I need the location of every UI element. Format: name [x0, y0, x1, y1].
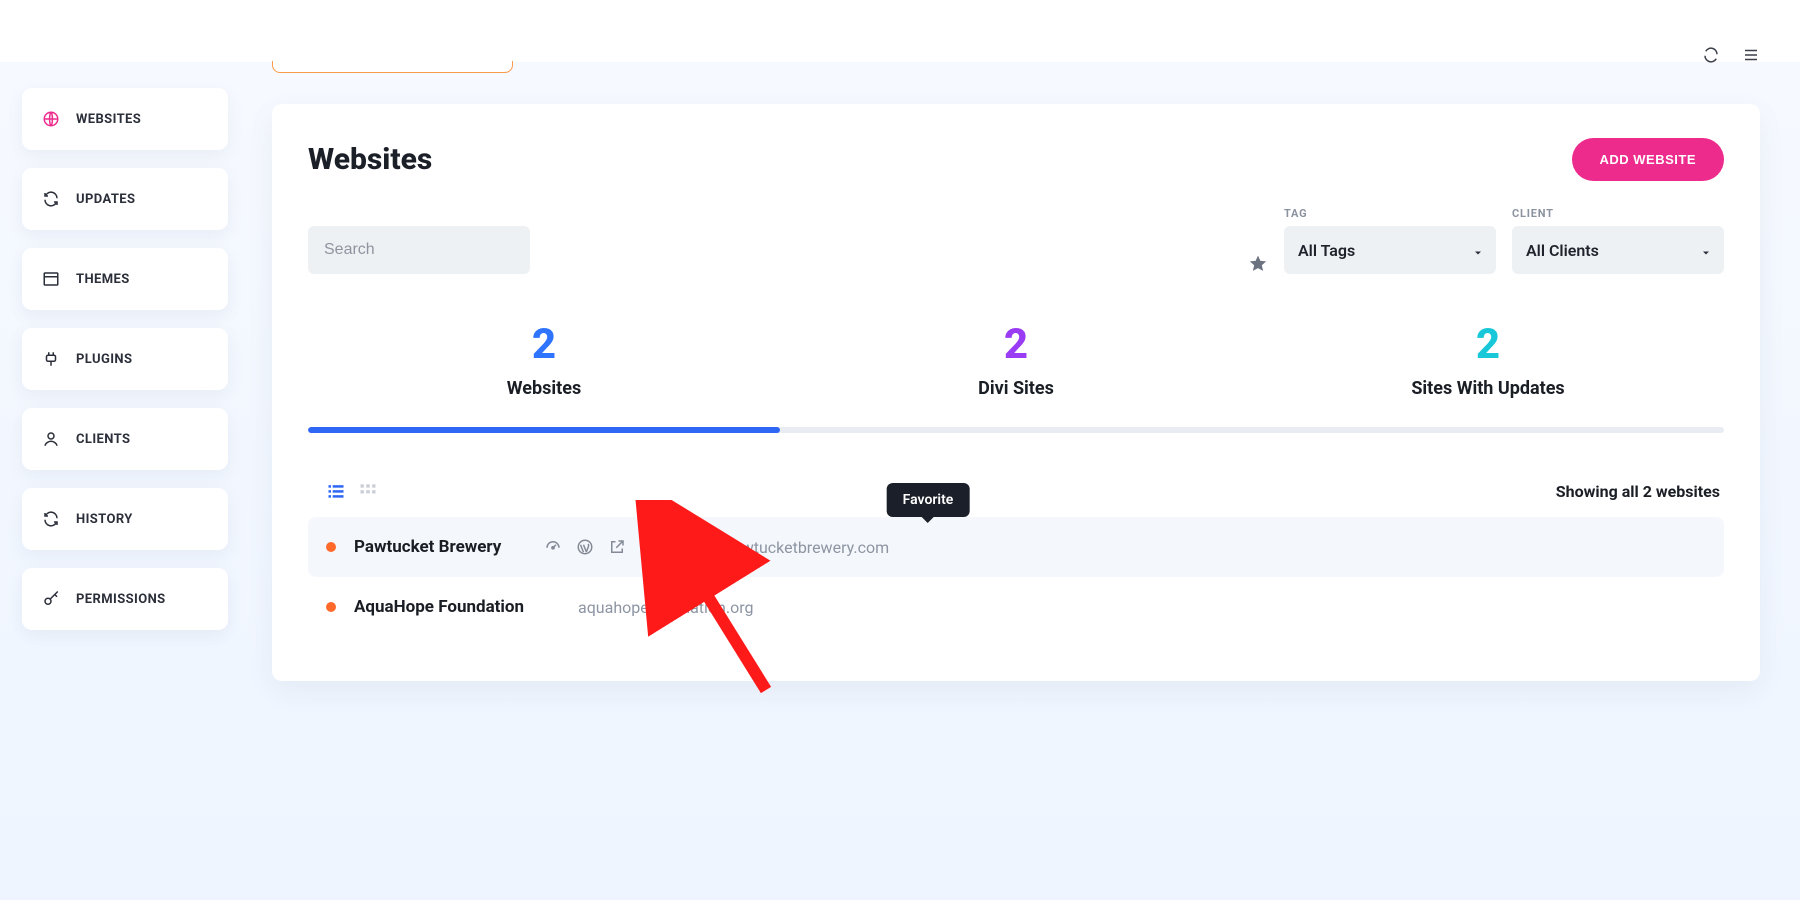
- top-banner-row: Enable Two Factor Authentication: [272, 58, 1760, 76]
- topbar-icons: [1702, 58, 1760, 76]
- status-dot: [326, 542, 336, 552]
- favorite-tooltip: Favorite: [887, 483, 970, 517]
- menu-icon[interactable]: [1742, 46, 1760, 64]
- sidebar-item-label: UPDATES: [76, 192, 135, 207]
- stat-label: Sites With Updates: [1411, 378, 1564, 399]
- two-factor-banner[interactable]: Enable Two Factor Authentication: [272, 61, 513, 73]
- website-name: Pawtucket Brewery: [354, 537, 526, 557]
- page-title: Websites: [308, 142, 432, 177]
- stat-websites[interactable]: 2 Websites: [308, 324, 780, 399]
- sidebar: WEBSITES UPDATES THEMES PLUGINS CLIENTS: [0, 62, 248, 900]
- sidebar-item-themes[interactable]: THEMES: [22, 248, 228, 310]
- stat-label: Websites: [507, 378, 581, 399]
- select-value: All Tags: [1298, 241, 1355, 260]
- active-tab-indicator: [308, 427, 780, 433]
- refresh-icon: [42, 510, 60, 528]
- stats-tabs: 2 Websites 2 Divi Sites 2 Sites With Upd…: [308, 324, 1724, 399]
- stat-value: 2: [1004, 324, 1028, 366]
- grid-view-icon[interactable]: [358, 481, 378, 501]
- website-row[interactable]: Favorite Pawtucket Brewery pawtucketbrew…: [308, 517, 1724, 577]
- stat-label: Divi Sites: [978, 378, 1054, 399]
- refresh-icon[interactable]: [1702, 46, 1720, 64]
- add-website-button[interactable]: ADD WEBSITE: [1572, 138, 1725, 181]
- sidebar-item-label: PERMISSIONS: [76, 592, 166, 607]
- sidebar-item-label: HISTORY: [76, 512, 133, 527]
- sidebar-item-label: PLUGINS: [76, 352, 132, 367]
- website-name: AquaHope Foundation: [354, 597, 526, 617]
- key-icon: [42, 590, 60, 608]
- sidebar-item-history[interactable]: HISTORY: [22, 488, 228, 550]
- tab-underline: [308, 427, 1724, 433]
- layout-icon: [42, 270, 60, 288]
- stat-divi-sites[interactable]: 2 Divi Sites: [780, 324, 1252, 399]
- status-dot: [326, 602, 336, 612]
- select-value: All Clients: [1526, 241, 1599, 260]
- client-filter-label: CLIENT: [1512, 207, 1724, 220]
- website-url: pawtucketbrewery.com: [708, 538, 1706, 557]
- refresh-icon: [42, 190, 60, 208]
- sidebar-item-plugins[interactable]: PLUGINS: [22, 328, 228, 390]
- search-input[interactable]: [308, 226, 530, 274]
- sidebar-item-label: CLIENTS: [76, 432, 130, 447]
- client-filter-select[interactable]: All Clients: [1512, 226, 1724, 274]
- chevron-down-icon: [1700, 244, 1712, 256]
- stat-value: 2: [532, 324, 556, 366]
- trash-icon[interactable]: [640, 538, 658, 556]
- favorites-filter-icon[interactable]: [1248, 254, 1268, 274]
- sidebar-item-label: WEBSITES: [76, 112, 141, 127]
- external-link-icon[interactable]: [608, 538, 626, 556]
- showing-count: Showing all 2 websites: [1556, 482, 1720, 501]
- tag-filter-label: TAG: [1284, 207, 1496, 220]
- chevron-down-icon: [1472, 244, 1484, 256]
- website-row[interactable]: AquaHope Foundation aquahopefoundation.o…: [308, 577, 1724, 637]
- sidebar-item-clients[interactable]: CLIENTS: [22, 408, 228, 470]
- stat-sites-with-updates[interactable]: 2 Sites With Updates: [1252, 324, 1724, 399]
- dashboard-icon[interactable]: [544, 538, 562, 556]
- globe-icon: [42, 110, 60, 128]
- website-url: aquahopefoundation.org: [562, 598, 1706, 617]
- top-whitespace: [0, 0, 1800, 62]
- tag-filter-select[interactable]: All Tags: [1284, 226, 1496, 274]
- person-icon: [42, 430, 60, 448]
- sidebar-item-permissions[interactable]: PERMISSIONS: [22, 568, 228, 630]
- wordpress-icon[interactable]: [576, 538, 594, 556]
- plug-icon: [42, 350, 60, 368]
- website-list: Favorite Pawtucket Brewery pawtucketbrew…: [308, 517, 1724, 637]
- sidebar-item-updates[interactable]: UPDATES: [22, 168, 228, 230]
- sidebar-item-websites[interactable]: WEBSITES: [22, 88, 228, 150]
- stat-value: 2: [1476, 324, 1500, 366]
- row-action-icons: [544, 538, 690, 556]
- sidebar-item-label: THEMES: [76, 272, 130, 287]
- favorite-star-icon[interactable]: [672, 538, 690, 556]
- main-content: Enable Two Factor Authentication Website…: [248, 62, 1800, 900]
- list-view-icon[interactable]: [326, 481, 346, 501]
- websites-panel: Websites ADD WEBSITE TAG All Tags: [272, 104, 1760, 681]
